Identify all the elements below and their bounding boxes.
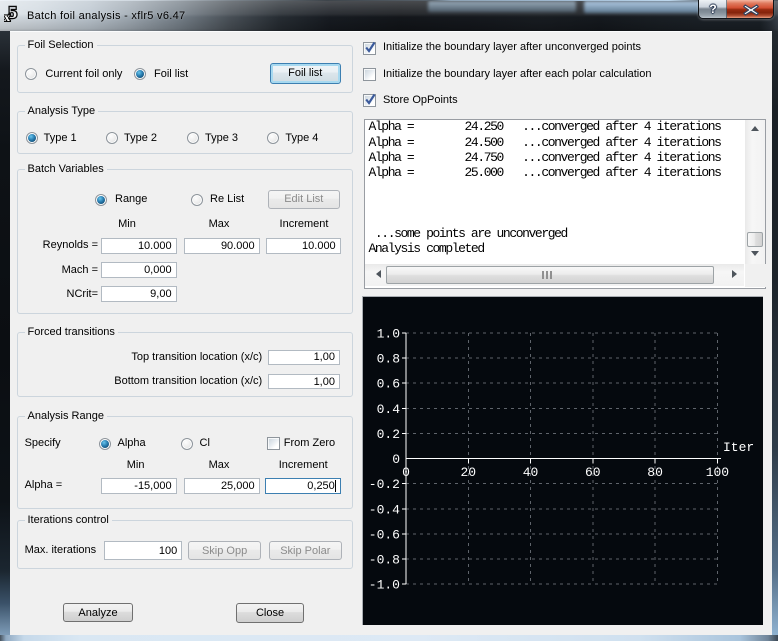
svg-text:1.0: 1.0 [377, 327, 400, 342]
svg-text:Iter: Iter [723, 440, 754, 455]
svg-text:60: 60 [585, 465, 601, 480]
svg-text:0.6: 0.6 [377, 377, 400, 392]
svg-text:0.4: 0.4 [377, 402, 401, 417]
svg-text:0: 0 [402, 465, 410, 480]
svg-text:-0.4: -0.4 [369, 502, 400, 517]
svg-text:0: 0 [392, 452, 400, 467]
svg-text:x: x [4, 10, 10, 22]
svg-text:-0.6: -0.6 [369, 527, 400, 542]
svg-text:0.8: 0.8 [377, 352, 400, 367]
svg-text:40: 40 [523, 465, 539, 480]
svg-text:100: 100 [706, 465, 729, 480]
svg-text:-0.2: -0.2 [369, 477, 400, 492]
svg-text:20: 20 [460, 465, 476, 480]
svg-text:0.2: 0.2 [377, 427, 400, 442]
svg-text:-0.8: -0.8 [369, 553, 400, 568]
svg-text:-1.0: -1.0 [369, 578, 400, 593]
svg-text:80: 80 [647, 465, 663, 480]
